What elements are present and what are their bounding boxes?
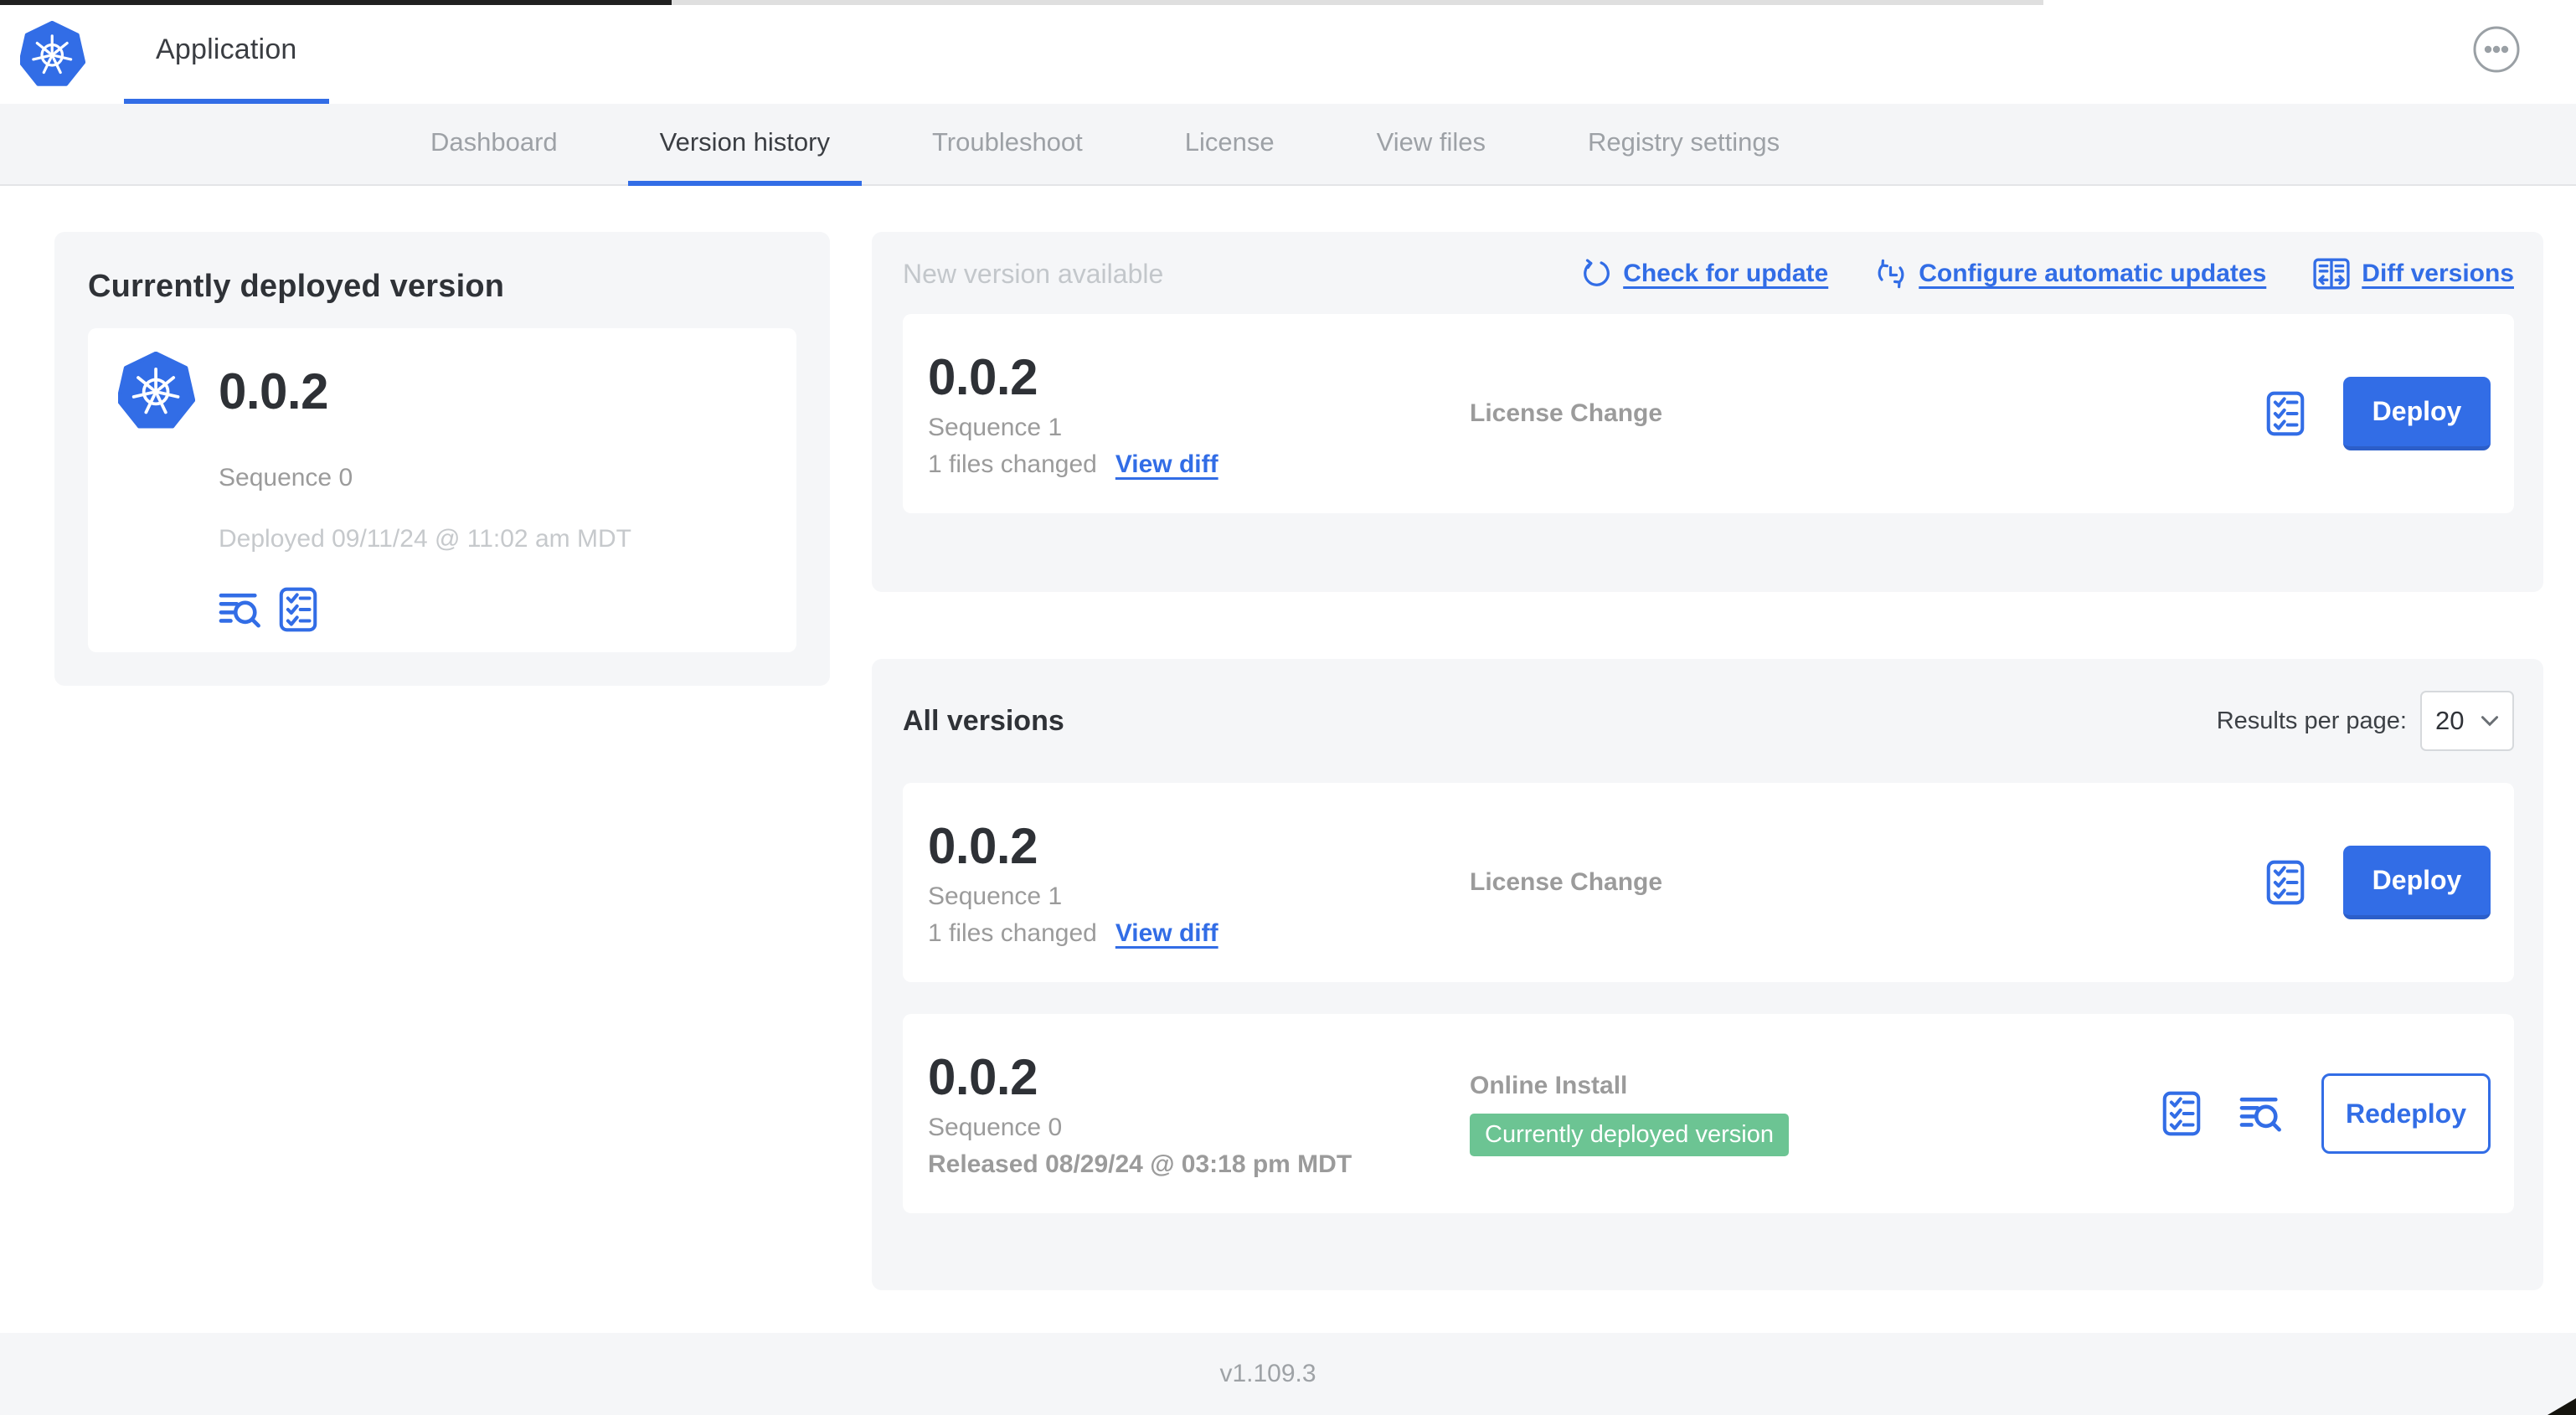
view-diff-link[interactable]: View diff bbox=[1115, 919, 1218, 948]
new-version-title: New version available bbox=[903, 258, 1164, 289]
results-per-page-label: Results per page: bbox=[2216, 707, 2407, 734]
diff-icon bbox=[2313, 257, 2350, 291]
diff-versions-link[interactable]: Diff versions bbox=[2313, 257, 2514, 291]
more-menu-button[interactable] bbox=[2472, 25, 2521, 74]
deploy-button[interactable]: Deploy bbox=[2343, 846, 2491, 919]
tab-version-history[interactable]: Version history bbox=[627, 104, 862, 186]
app-title-tab[interactable]: Application bbox=[124, 0, 329, 104]
main-content: Currently deployed version 0.0.2 Sequenc… bbox=[0, 186, 2576, 1290]
new-version-section: New version available Check for update C… bbox=[872, 232, 2543, 592]
check-for-update-link[interactable]: Check for update bbox=[1579, 258, 1828, 290]
deploy-button[interactable]: Deploy bbox=[2343, 377, 2491, 450]
row-version-number: 0.0.2 bbox=[928, 349, 1038, 405]
row-version-number: 0.0.2 bbox=[928, 818, 1038, 874]
top-edge-light-strip bbox=[672, 0, 2043, 5]
deployed-sequence: Sequence 0 bbox=[219, 464, 353, 491]
deployed-version-number: 0.0.2 bbox=[219, 363, 328, 419]
all-versions-title: All versions bbox=[903, 704, 1064, 737]
console-version: v1.109.3 bbox=[1219, 1360, 1316, 1387]
tab-registry-settings[interactable]: Registry settings bbox=[1556, 104, 1811, 186]
top-edge-dark-strip bbox=[0, 0, 672, 5]
row-sequence: Sequence 0 bbox=[928, 1114, 1063, 1141]
tab-license[interactable]: License bbox=[1153, 104, 1306, 186]
app-footer: v1.109.3 bbox=[0, 1333, 2576, 1415]
chevron-down-icon bbox=[2481, 715, 2499, 727]
redeploy-button[interactable]: Redeploy bbox=[2321, 1073, 2491, 1154]
row-status-label: License Change bbox=[1470, 399, 1663, 427]
preflight-checklist-icon[interactable] bbox=[2162, 1091, 2201, 1136]
tab-dashboard[interactable]: Dashboard bbox=[399, 104, 590, 186]
currently-deployed-title: Currently deployed version bbox=[88, 269, 505, 304]
row-sequence: Sequence 1 bbox=[928, 414, 1063, 441]
tab-troubleshoot[interactable]: Troubleshoot bbox=[900, 104, 1115, 186]
all-versions-section: All versions Results per page: 20 0.0.2 … bbox=[872, 659, 2543, 1290]
app-title: Application bbox=[156, 33, 297, 65]
row-released-timestamp: Released 08/29/24 @ 03:18 pm MDT bbox=[928, 1150, 1352, 1178]
deploy-logs-icon[interactable] bbox=[219, 589, 262, 630]
clock-refresh-icon bbox=[1875, 258, 1907, 290]
currently-deployed-badge: Currently deployed version bbox=[1470, 1113, 1789, 1156]
tab-view-files[interactable]: View files bbox=[1345, 104, 1517, 186]
version-row-sequence-0: 0.0.2 Sequence 0 Released 08/29/24 @ 03:… bbox=[903, 1014, 2514, 1213]
row-files-changed: 1 files changed bbox=[928, 450, 1097, 478]
currently-deployed-card: Currently deployed version 0.0.2 Sequenc… bbox=[54, 232, 830, 686]
preflight-checklist-icon[interactable] bbox=[279, 587, 317, 632]
row-version-number: 0.0.2 bbox=[928, 1049, 1038, 1105]
preflight-checklist-icon[interactable] bbox=[2266, 391, 2305, 436]
preflight-checklist-icon[interactable] bbox=[2266, 860, 2305, 905]
left-column: Currently deployed version 0.0.2 Sequenc… bbox=[54, 232, 830, 686]
right-column: New version available Check for update C… bbox=[872, 232, 2543, 1290]
deployed-timestamp: Deployed 09/11/24 @ 11:02 am MDT bbox=[219, 525, 631, 553]
kubernetes-logo-icon bbox=[20, 21, 85, 88]
deploy-logs-icon[interactable] bbox=[2239, 1093, 2283, 1135]
tab-bar: Dashboard Version history Troubleshoot L… bbox=[0, 104, 2576, 186]
row-status-label: License Change bbox=[1470, 868, 1663, 896]
row-sequence: Sequence 1 bbox=[928, 882, 1063, 910]
version-row-sequence-1: 0.0.2 Sequence 1 1 files changed View di… bbox=[903, 783, 2514, 982]
configure-automatic-updates-link[interactable]: Configure automatic updates bbox=[1875, 258, 2266, 290]
currently-deployed-inner-card: 0.0.2 Sequence 0 Deployed 09/11/24 @ 11:… bbox=[88, 328, 796, 652]
kubernetes-app-icon bbox=[118, 352, 195, 430]
row-files-changed: 1 files changed bbox=[928, 919, 1097, 947]
new-version-row: 0.0.2 Sequence 1 1 files changed View di… bbox=[903, 314, 2514, 513]
row-status-label: Online Install bbox=[1470, 1071, 1628, 1099]
refresh-icon bbox=[1579, 258, 1611, 290]
results-per-page-select[interactable]: 20 bbox=[2420, 691, 2514, 751]
view-diff-link[interactable]: View diff bbox=[1115, 450, 1218, 479]
app-header: Application bbox=[0, 0, 2576, 104]
